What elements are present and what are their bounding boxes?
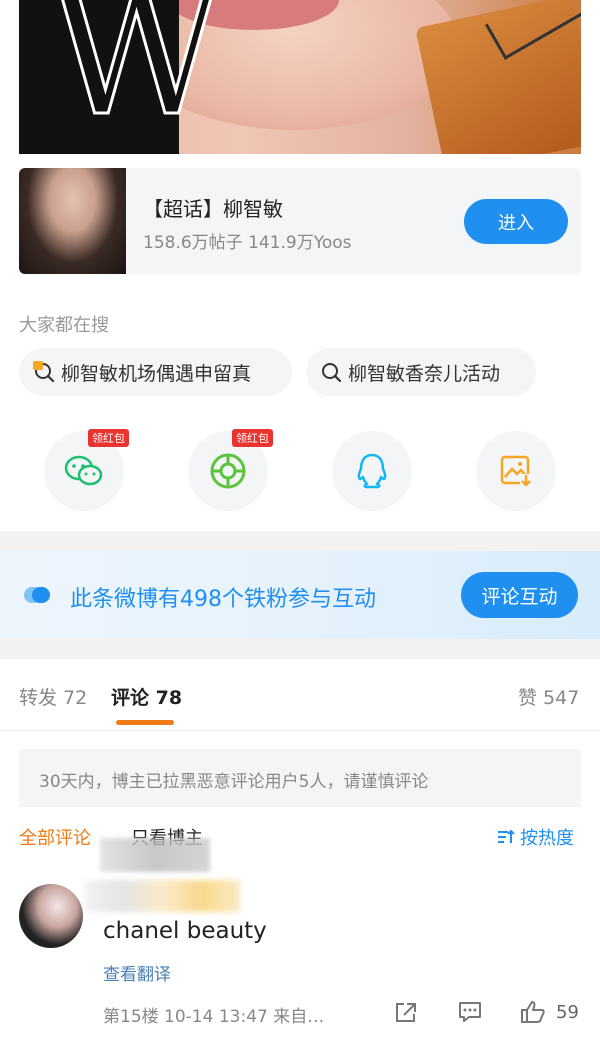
forward-icon[interactable] xyxy=(393,1000,419,1024)
translate-link[interactable]: 查看翻译 xyxy=(103,960,171,985)
red-packet-badge: 领红包 xyxy=(232,429,273,447)
qq-icon xyxy=(357,453,387,489)
share-moments-button[interactable]: 领红包 xyxy=(188,429,273,511)
share-qq-button[interactable] xyxy=(332,431,412,511)
search-chip[interactable]: 柳智敏香奈儿活动 xyxy=(306,348,536,396)
post-image[interactable]: W xyxy=(19,0,581,154)
blurred-username xyxy=(85,880,240,912)
search-chip-label: 柳智敏香奈儿活动 xyxy=(348,362,501,385)
section-divider xyxy=(0,639,600,659)
filter-all-comments[interactable]: 全部评论 xyxy=(19,824,91,850)
hot-search-icon xyxy=(33,361,55,383)
like-count: 59 xyxy=(556,1002,579,1023)
comment-interact-button[interactable]: 评论互动 xyxy=(461,572,578,618)
wechat-icon xyxy=(64,455,103,486)
moments-icon xyxy=(210,453,246,489)
fans-interaction-banner: 此条微博有498个铁粉参与互动 评论互动 xyxy=(0,551,600,639)
search-chip[interactable]: 柳智敏机场偶遇申留真 xyxy=(19,348,292,396)
comment-notice: 30天内，博主已拉黑恶意评论用户5人，请谨慎评论 xyxy=(19,749,581,807)
reply-icon[interactable] xyxy=(457,1000,483,1024)
super-topic-card[interactable]: 【超话】柳智敏 158.6万帖子 141.9万Yoos 进入 xyxy=(19,168,581,274)
sort-button[interactable]: 按热度 xyxy=(497,824,574,850)
search-icon xyxy=(320,361,342,383)
comment-text: chanel beauty xyxy=(103,918,267,944)
fans-banner-text: 此条微博有498个铁粉参与互动 xyxy=(70,587,376,612)
sort-label: 按热度 xyxy=(520,828,574,849)
search-chip-label: 柳智敏机场偶遇申留真 xyxy=(61,362,252,385)
share-wechat-button[interactable]: 领红包 xyxy=(44,429,129,511)
topic-avatar xyxy=(19,168,126,274)
save-image-icon xyxy=(500,455,532,487)
magazine-logo: W xyxy=(48,0,226,154)
enter-button[interactable]: 进入 xyxy=(464,199,568,244)
tabs-divider xyxy=(0,730,600,731)
tab-repost[interactable]: 转发 72 xyxy=(19,683,87,710)
red-packet-badge: 领红包 xyxy=(88,429,129,447)
blurred-region xyxy=(100,838,210,872)
active-tab-indicator xyxy=(116,720,174,725)
section-divider xyxy=(0,531,600,551)
search-section-title: 大家都在搜 xyxy=(19,315,109,336)
avatar[interactable] xyxy=(19,884,83,948)
topic-title: 【超话】柳智敏 xyxy=(143,197,283,221)
tab-like[interactable]: 赞 547 xyxy=(518,683,579,710)
like-icon[interactable] xyxy=(520,1000,546,1024)
topic-meta: 158.6万帖子 141.9万Yoos xyxy=(143,233,352,253)
tab-comment[interactable]: 评论 78 xyxy=(111,683,182,710)
save-image-button[interactable] xyxy=(476,431,556,511)
comment-meta: 第15楼 10-14 13:47 来自… xyxy=(103,1007,325,1027)
fans-icon xyxy=(24,587,50,603)
sort-icon xyxy=(498,829,515,843)
